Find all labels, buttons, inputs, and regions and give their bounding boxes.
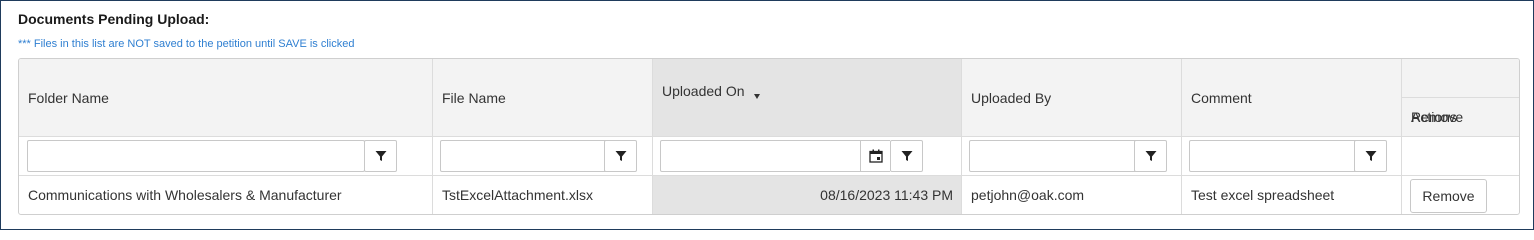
filter-cell-uploaded-on xyxy=(653,137,961,176)
filter-cell-comment xyxy=(1182,137,1401,176)
cell-comment: Test excel spreadsheet xyxy=(1191,187,1335,203)
column-folder-name: Folder Name Communications with Wholesal… xyxy=(19,59,433,214)
pending-documents-grid: Folder Name Communications with Wholesal… xyxy=(18,58,1520,215)
filter-cell-folder-name xyxy=(19,137,432,176)
filter-cell-file-name xyxy=(433,137,652,176)
comment-filter-input[interactable] xyxy=(1189,140,1357,172)
folder-name-filter-input[interactable] xyxy=(27,140,365,172)
header-uploaded-by[interactable]: Uploaded By xyxy=(962,59,1181,137)
column-uploaded-by: Uploaded By petjohn@oak.com xyxy=(962,59,1182,214)
documents-pending-panel: Documents Pending Upload: *** Files in t… xyxy=(0,0,1534,230)
uploaded-on-filter-input[interactable] xyxy=(660,140,863,172)
filter-icon xyxy=(615,151,626,161)
filter-icon xyxy=(1365,151,1376,161)
header-uploaded-on[interactable]: Uploaded On xyxy=(653,59,961,137)
header-label: Comment xyxy=(1191,90,1252,106)
header-label: File Name xyxy=(442,90,506,106)
filter-icon xyxy=(1145,151,1156,161)
header-label: Folder Name xyxy=(28,90,109,106)
section-title: Documents Pending Upload: xyxy=(18,11,210,27)
header-actions-group: Actions xyxy=(1402,59,1519,125)
table-row: Communications with Wholesalers & Manufa… xyxy=(19,176,432,214)
remove-button[interactable]: Remove xyxy=(1410,179,1487,213)
filter-icon xyxy=(901,151,912,161)
table-row: 08/16/2023 11:43 PM xyxy=(653,176,961,214)
header-label: Uploaded On xyxy=(662,83,745,99)
table-row: Test excel spreadsheet xyxy=(1182,176,1401,214)
uploaded-by-filter-button[interactable] xyxy=(1134,140,1167,172)
column-file-name: File Name TstExcelAttachment.xlsx xyxy=(433,59,653,214)
sort-down-icon xyxy=(754,94,760,99)
table-row: Remove xyxy=(1402,176,1519,214)
cell-folder-name: Communications with Wholesalers & Manufa… xyxy=(28,187,342,203)
table-row: TstExcelAttachment.xlsx xyxy=(433,176,652,214)
header-remove-label: Remove xyxy=(1411,109,1464,125)
cell-file-name: TstExcelAttachment.xlsx xyxy=(442,187,593,203)
cell-uploaded-on: 08/16/2023 11:43 PM xyxy=(820,187,953,203)
calendar-icon xyxy=(868,149,883,163)
uploaded-by-filter-input[interactable] xyxy=(969,140,1137,172)
column-uploaded-on: Uploaded On 08/16/2023 11:43 PM xyxy=(653,59,962,214)
header-actions: Actions Remove xyxy=(1402,59,1519,137)
header-folder-name[interactable]: Folder Name xyxy=(19,59,432,137)
comment-filter-button[interactable] xyxy=(1354,140,1387,172)
unsaved-notice: *** Files in this list are NOT saved to … xyxy=(18,38,355,50)
header-file-name[interactable]: File Name xyxy=(433,59,652,137)
uploaded-on-calendar-button[interactable] xyxy=(860,140,890,172)
folder-name-filter-button[interactable] xyxy=(364,140,397,172)
header-label: Uploaded By xyxy=(971,90,1052,106)
filter-icon xyxy=(375,151,386,161)
file-name-filter-button[interactable] xyxy=(604,140,637,172)
filter-cell-actions xyxy=(1402,137,1519,176)
column-actions: Actions Remove Remove xyxy=(1402,59,1519,214)
header-comment[interactable]: Comment xyxy=(1182,59,1401,137)
cell-uploaded-by: petjohn@oak.com xyxy=(971,187,1085,203)
column-comment: Comment Test excel spreadsheet xyxy=(1182,59,1402,214)
filter-cell-uploaded-by xyxy=(962,137,1181,176)
file-name-filter-input[interactable] xyxy=(440,140,607,172)
table-row: petjohn@oak.com xyxy=(962,176,1181,214)
uploaded-on-filter-button[interactable] xyxy=(890,140,923,172)
